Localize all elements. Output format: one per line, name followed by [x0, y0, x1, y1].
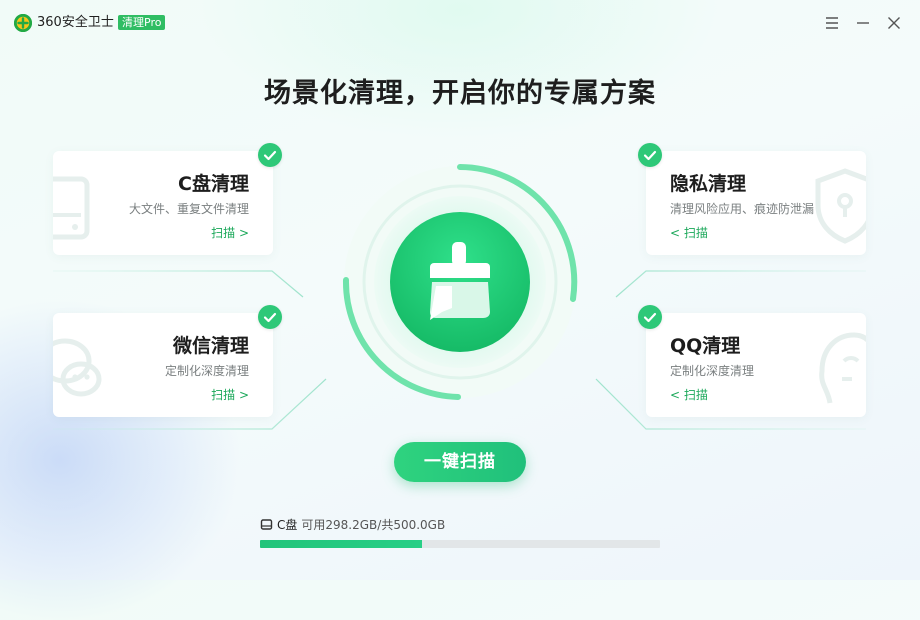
shield-lock-icon: [810, 165, 866, 245]
card-privacy-clean[interactable]: 隐私清理 清理风险应用、痕迹防泄漏 < 扫描: [646, 151, 866, 255]
app-name: 360安全卫士: [37, 15, 114, 30]
minimize-icon: [857, 22, 869, 24]
scan-link[interactable]: < 扫描: [670, 386, 708, 403]
menu-button[interactable]: [822, 13, 842, 33]
card-desc: 大文件、重复文件清理: [128, 202, 249, 216]
scan-link[interactable]: < 扫描: [670, 224, 708, 241]
card-title: C盘清理: [178, 173, 249, 195]
check-icon: [258, 143, 282, 167]
close-button[interactable]: [884, 13, 904, 33]
card-desc: 定制化深度清理: [164, 364, 249, 378]
hard-drive-icon: [53, 165, 105, 245]
pro-badge: 清理Pro: [118, 15, 166, 30]
one-click-scan-button[interactable]: 一键扫描: [394, 442, 526, 482]
wechat-icon: [53, 327, 105, 407]
card-c-drive-clean[interactable]: C盘清理 大文件、重复文件清理 扫描 >: [53, 151, 273, 255]
card-desc: 定制化深度清理: [670, 364, 755, 378]
close-icon: [888, 17, 900, 29]
check-icon: [258, 305, 282, 329]
card-title: QQ清理: [670, 335, 741, 357]
card-qq-clean[interactable]: QQ清理 定制化深度清理 < 扫描: [646, 313, 866, 417]
disk-icon: [260, 518, 273, 531]
disk-usage-bar: [260, 540, 660, 548]
card-wechat-clean[interactable]: 微信清理 定制化深度清理 扫描 >: [53, 313, 273, 417]
minimize-button[interactable]: [853, 13, 873, 33]
disk-label: C盘: [277, 517, 298, 532]
scan-link[interactable]: 扫描 >: [211, 224, 249, 241]
disk-usage-fill: [260, 540, 422, 548]
disk-info: C盘 可用298.2GB/共500.0GB: [260, 516, 445, 532]
app-logo-icon: [14, 14, 32, 32]
card-title: 隐私清理: [670, 173, 747, 195]
card-desc: 清理风险应用、痕迹防泄漏: [670, 202, 815, 216]
check-icon: [638, 143, 662, 167]
check-icon: [638, 305, 662, 329]
card-title: 微信清理: [172, 335, 249, 357]
menu-icon: [826, 17, 838, 29]
scan-link[interactable]: 扫描 >: [211, 386, 249, 403]
page-title: 场景化清理，开启你的专属方案: [264, 78, 656, 109]
clean-status-ring: [340, 162, 580, 402]
qq-face-icon: [810, 327, 866, 407]
disk-usage: 可用298.2GB/共500.0GB: [301, 517, 446, 532]
